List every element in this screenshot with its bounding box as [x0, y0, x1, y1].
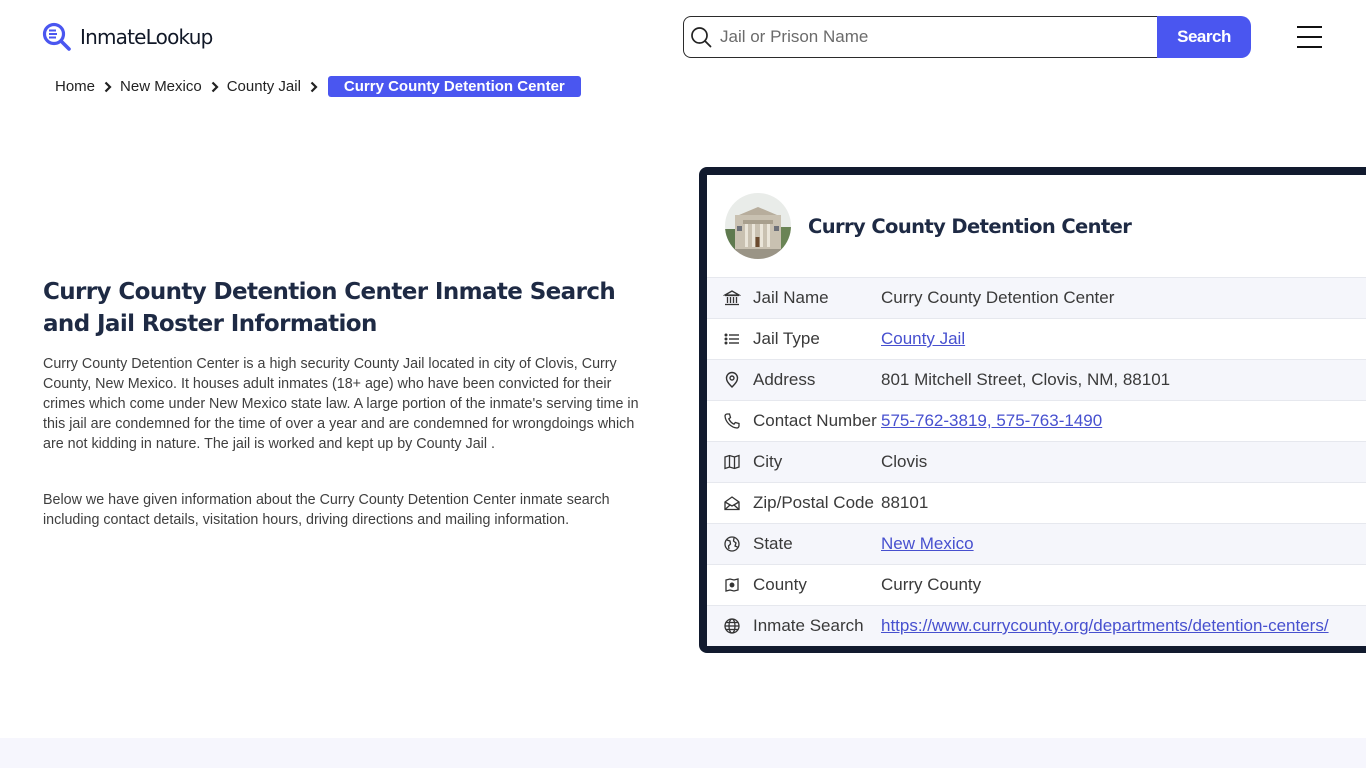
search-button[interactable]: Search	[1157, 16, 1251, 58]
list-icon	[707, 330, 753, 348]
mail-open-icon	[707, 494, 753, 512]
row-value: 88101	[881, 493, 929, 512]
info-row-jail-type: Jail Type County Jail	[707, 318, 1366, 359]
chevron-right-icon	[104, 81, 112, 93]
logo[interactable]: InmateLookup	[42, 22, 213, 52]
info-row-county: County Curry County	[707, 564, 1366, 605]
logo-text: InmateLookup	[80, 25, 213, 49]
row-label: Inmate Search	[753, 616, 864, 635]
breadcrumb-state[interactable]: New Mexico	[120, 78, 202, 95]
chevron-right-icon	[310, 81, 318, 93]
description-paragraph: Curry County Detention Center is a high …	[43, 356, 639, 452]
breadcrumb-home[interactable]: Home	[55, 78, 95, 95]
row-label: Contact Number	[753, 411, 877, 430]
card-title: Curry County Detention Center	[808, 214, 1132, 238]
contact-number-link[interactable]: 575-762-3819, 575-763-1490	[881, 411, 1102, 430]
row-label: Jail Type	[753, 329, 820, 348]
info-row-jail-name: Jail Name Curry County Detention Center	[707, 277, 1366, 318]
info-row-zip: Zip/Postal Code 88101	[707, 482, 1366, 523]
breadcrumb-current: Curry County Detention Center	[327, 76, 581, 97]
phone-icon	[707, 412, 753, 430]
globe-icon	[707, 617, 753, 635]
row-label: Zip/Postal Code	[753, 493, 874, 512]
row-label: City	[753, 452, 783, 471]
county-map-icon	[707, 576, 753, 594]
state-link[interactable]: New Mexico	[881, 534, 974, 553]
row-label: Address	[753, 370, 816, 389]
map-icon	[707, 453, 753, 471]
info-row-inmate-search: Inmate Search https://www.currycounty.or…	[707, 605, 1366, 646]
breadcrumb-jail-type[interactable]: County Jail	[227, 78, 301, 95]
card-header: Curry County Detention Center	[707, 175, 1366, 277]
inmate-search-link[interactable]: https://www.currycounty.org/departments/…	[881, 616, 1329, 635]
search-field[interactable]	[683, 16, 1157, 58]
row-label: County	[753, 575, 807, 594]
row-value: Clovis	[881, 452, 928, 471]
page-title: Curry County Detention Center Inmate Sea…	[43, 279, 616, 337]
bank-building-icon	[707, 289, 753, 307]
info-row-contact-number: Contact Number 575-762-3819, 575-763-149…	[707, 400, 1366, 441]
search-bar: Search	[683, 16, 1251, 58]
footer-band	[0, 738, 1366, 768]
search-input[interactable]	[712, 27, 1157, 47]
row-label: Jail Name	[753, 288, 829, 307]
facility-photo	[725, 193, 791, 259]
info-paragraph: Below we have given information about th…	[43, 492, 610, 528]
chevron-right-icon	[211, 81, 219, 93]
info-row-address: Address 801 Mitchell Street, Clovis, NM,…	[707, 359, 1366, 400]
row-value: Curry County	[881, 575, 982, 594]
row-value: Curry County Detention Center	[881, 288, 1115, 307]
globe-region-icon	[707, 535, 753, 553]
hamburger-menu-icon[interactable]	[1297, 26, 1325, 48]
search-icon	[691, 27, 712, 48]
row-value: 801 Mitchell Street, Clovis, NM, 88101	[881, 370, 1171, 389]
info-row-city: City Clovis	[707, 441, 1366, 482]
jail-type-link[interactable]: County Jail	[881, 329, 965, 348]
row-label: State	[753, 534, 793, 553]
breadcrumb: Home New Mexico County Jail Curry County…	[55, 76, 581, 97]
magnifier-logo-icon	[42, 22, 72, 52]
facility-info-card: Curry County Detention Center Jail Name …	[699, 167, 1366, 653]
map-pin-icon	[707, 371, 753, 389]
info-row-state: State New Mexico	[707, 523, 1366, 564]
